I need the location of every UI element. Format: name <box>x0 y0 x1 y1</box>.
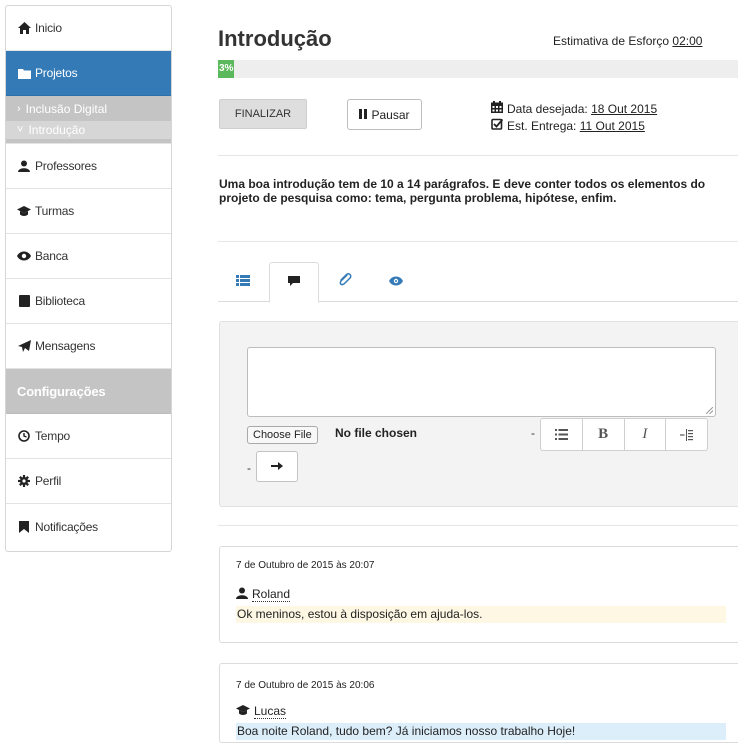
sidebar-item-turmas[interactable]: Turmas <box>6 189 171 234</box>
divider <box>218 155 738 156</box>
sidebar-nav: Inicio Projetos › Inclusão Digital ˅ Int… <box>5 5 172 552</box>
sidebar-subnav: › Inclusão Digital ˅ Introdução <box>6 96 171 144</box>
list-icon <box>236 273 250 291</box>
tab-preview[interactable] <box>371 262 421 302</box>
comment-item: 7 de Outubro de 2015 às 20:06 Lucas Boa … <box>219 663 738 743</box>
desired-date-label: Data desejada: <box>507 102 592 116</box>
sidebar-item-banca[interactable]: Banca <box>6 234 171 279</box>
delivery-date-label: Est. Entrega: <box>507 119 580 133</box>
comment-icon <box>288 274 300 292</box>
check-square-icon <box>491 118 504 135</box>
paperclip-icon <box>338 272 352 292</box>
calendar-icon <box>491 101 503 118</box>
sidebar-item-label: Tempo <box>35 429 71 443</box>
sidebar-item-label: Biblioteca <box>35 294 86 308</box>
delivery-date-value[interactable]: 11 Out 2015 <box>580 119 645 133</box>
italic-button[interactable]: I <box>625 419 667 450</box>
gear-icon <box>17 474 31 488</box>
list-format-button[interactable] <box>541 419 583 450</box>
sidebar-item-perfil[interactable]: Perfil <box>6 459 171 504</box>
comment-composer: Choose File No file chosen - B I - <box>219 321 738 507</box>
send-icon <box>17 339 31 353</box>
delivery-date-row: Est. Entrega: 11 Out 2015 <box>491 118 657 135</box>
sidebar-item-inicio[interactable]: Inicio <box>6 6 171 51</box>
sidebar-item-label: Projetos <box>35 66 78 80</box>
separator-dash: - <box>531 426 535 440</box>
graduation-cap-icon <box>236 704 250 719</box>
chevron-right-icon: › <box>17 102 21 115</box>
home-icon <box>17 21 31 35</box>
graduation-cap-icon <box>17 204 31 218</box>
comment-author: Lucas <box>236 704 287 719</box>
separator-dash: - <box>247 461 251 475</box>
sidebar-item-notificacoes[interactable]: Notificações <box>6 504 171 549</box>
dates-block: Data desejada: 18 Out 2015 Est. Entrega:… <box>491 101 657 135</box>
sidebar-section-configuracoes: Configurações <box>6 369 171 414</box>
format-toolbar: B I <box>540 418 708 451</box>
comment-author-name[interactable]: Lucas <box>254 704 287 719</box>
user-icon <box>17 159 31 173</box>
pausar-button[interactable]: Pausar <box>347 99 422 130</box>
tab-comments[interactable] <box>269 262 319 303</box>
sidebar-item-tempo[interactable]: Tempo <box>6 414 171 459</box>
sidebar-subitem-inclusao-digital[interactable]: › Inclusão Digital <box>6 99 171 118</box>
file-status: No file chosen <box>335 426 418 440</box>
resize-handle-icon <box>706 407 713 414</box>
choose-file-button[interactable]: Choose File <box>247 426 318 444</box>
sidebar-subitem-label: Inclusão Digital <box>25 101 108 116</box>
finalizar-button[interactable]: FINALIZAR <box>219 99 307 129</box>
arrow-right-icon <box>271 458 283 476</box>
pause-icon <box>359 108 368 122</box>
sidebar-subitem-introducao[interactable]: ˅ Introdução <box>6 121 171 139</box>
bold-button[interactable]: B <box>583 419 625 450</box>
effort-label: Estimativa de Esforço <box>553 34 673 48</box>
comment-date: 7 de Outubro de 2015 às 20:06 <box>236 680 375 691</box>
folder-icon <box>17 66 31 80</box>
sidebar-item-professores[interactable]: Professores <box>6 144 171 189</box>
sidebar-item-label: Inicio <box>35 21 62 35</box>
page-title: Introdução <box>218 26 332 51</box>
indent-icon <box>680 428 694 441</box>
effort-value[interactable]: 02:00 <box>672 34 702 48</box>
bookmark-icon <box>17 520 31 534</box>
comment-author-name[interactable]: Roland <box>252 587 291 602</box>
pausar-label: Pausar <box>371 107 410 122</box>
task-description: Uma boa introdução tem de 10 a 14 parágr… <box>219 177 706 205</box>
comment-textarea[interactable] <box>247 347 716 417</box>
desired-date-value[interactable]: 18 Out 2015 <box>591 102 657 116</box>
sidebar-item-label: Turmas <box>35 204 75 218</box>
eye-icon <box>17 249 31 263</box>
comment-item: 7 de Outubro de 2015 às 20:07 Roland Ok … <box>219 546 738 643</box>
book-icon <box>17 294 31 308</box>
sidebar-section-label: Configurações <box>17 383 106 399</box>
effort-estimate: Estimativa de Esforço 02:00 <box>553 34 702 48</box>
progress-bar-fill: 3% <box>218 60 234 78</box>
chevron-down-icon: ˅ <box>17 124 24 136</box>
sidebar-item-biblioteca[interactable]: Biblioteca <box>6 279 171 324</box>
divider <box>218 525 738 526</box>
comment-text: Ok meninos, estou à disposição em ajuda-… <box>236 606 726 623</box>
sidebar-item-mensagens[interactable]: Mensagens <box>6 324 171 369</box>
comment-date: 7 de Outubro de 2015 às 20:07 <box>236 560 375 571</box>
tab-attachments[interactable] <box>320 262 370 302</box>
comment-author: Roland <box>236 587 291 602</box>
sidebar-item-label: Perfil <box>35 474 62 488</box>
user-icon <box>236 587 248 602</box>
eye-icon <box>389 273 403 291</box>
tab-list[interactable] <box>218 262 268 302</box>
task-tabs <box>218 262 738 303</box>
indent-button[interactable] <box>666 419 707 450</box>
sidebar-subitem-label: Introdução <box>28 123 86 137</box>
send-comment-button[interactable] <box>256 451 298 482</box>
desired-date-row: Data desejada: 18 Out 2015 <box>491 101 657 118</box>
sidebar-item-label: Professores <box>35 159 97 173</box>
clock-icon <box>17 429 31 443</box>
sidebar-item-label: Notificações <box>35 519 98 534</box>
sidebar-item-projetos[interactable]: Projetos <box>6 51 171 96</box>
divider <box>218 241 738 242</box>
sidebar-item-label: Mensagens <box>35 339 96 353</box>
sidebar-item-label: Banca <box>35 249 69 263</box>
progress-bar: 3% <box>218 60 738 78</box>
list-icon <box>554 429 568 440</box>
